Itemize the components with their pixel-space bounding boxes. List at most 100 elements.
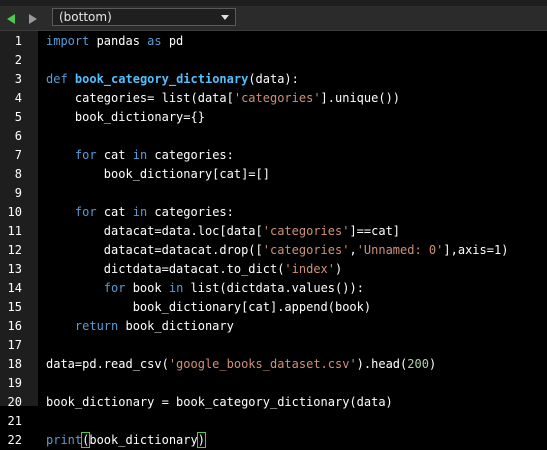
line-number: 1 [14, 34, 22, 48]
code-line-text: data=pd.read_csv('google_books_dataset.c… [46, 355, 436, 374]
code-line-text: import pandas as pd [46, 32, 183, 51]
code-token: 'categories' [233, 91, 321, 105]
code-token: datacat=datacat.drop([ [46, 243, 263, 257]
code-line-text: def book_category_dictionary(data): [46, 70, 299, 89]
code-token: in [168, 281, 184, 295]
line-number: 9 [14, 186, 22, 200]
code-line[interactable]: book_dictionary = book_category_dictiona… [38, 393, 547, 412]
code-line[interactable] [38, 184, 547, 203]
line-number: 15 [7, 300, 22, 314]
line-number: 10 [7, 205, 22, 219]
line-number: 20 [7, 395, 22, 409]
code-token: 'categories' [262, 224, 350, 238]
code-token: datacat=data.loc[data[ [46, 224, 263, 238]
code-token: ],axis=1) [443, 243, 509, 257]
code-line[interactable]: for cat in categories: [38, 203, 547, 222]
code-line[interactable] [38, 127, 547, 146]
line-number: 5 [14, 110, 22, 124]
code-token: for [103, 281, 126, 295]
code-token: book_dictionary[cat].append(book) [46, 300, 372, 314]
code-token: return [74, 319, 119, 333]
code-line[interactable]: return book_dictionary [38, 317, 547, 336]
triangle-right-icon[interactable] [26, 11, 40, 25]
code-token: list(dictdata.values()): [183, 281, 364, 295]
code-line[interactable]: book_dictionary={} [38, 108, 547, 127]
line-number: 17 [7, 338, 22, 352]
code-line[interactable]: for cat in categories: [38, 146, 547, 165]
code-token: import [46, 34, 90, 48]
code-token: book_category_dictionary [74, 72, 249, 86]
code-line[interactable]: import pandas as pd [38, 32, 547, 51]
code-line-text: book_dictionary={} [46, 108, 205, 127]
code-token: ]==cat] [349, 224, 401, 238]
code-editor[interactable]: import pandas as pd def book_category_dic… [38, 31, 547, 448]
code-line[interactable]: data=pd.read_csv('google_books_dataset.c… [38, 355, 547, 374]
line-number: 3 [14, 72, 22, 86]
code-token: book [125, 281, 169, 295]
code-token: ) [335, 262, 343, 276]
code-token: ).head( [356, 357, 408, 371]
code-token: 'categories' [262, 243, 350, 257]
code-token: ) [196, 432, 207, 448]
chevron-down-icon[interactable] [221, 15, 229, 20]
code-token: book_dictionary [118, 319, 234, 333]
code-token: as [147, 34, 162, 48]
code-token: pd [161, 34, 184, 48]
code-line[interactable]: categories= list(data['categories'].uniq… [38, 89, 547, 108]
code-line[interactable]: print(book_dictionary) [38, 431, 547, 450]
code-token: book_dictionary={} [46, 110, 205, 124]
line-number: 8 [14, 167, 22, 181]
code-token: data=pd.read_csv( [46, 357, 169, 371]
scope-dropdown-value: (bottom) [59, 10, 112, 24]
code-line-text: for cat in categories: [46, 203, 234, 222]
line-number: 6 [14, 129, 22, 143]
code-token: for [74, 205, 97, 219]
code-token: dictdata=datacat.to_dict( [46, 262, 285, 276]
code-line[interactable]: datacat=data.loc[data['categories']==cat… [38, 222, 547, 241]
line-number: 16 [7, 319, 22, 333]
code-line-text: dictdata=datacat.to_dict('index') [46, 260, 342, 279]
code-token: ( [81, 432, 91, 448]
code-line-text: categories= list(data['categories'].uniq… [46, 89, 400, 108]
code-token: , [349, 243, 357, 257]
code-token: (data): [248, 72, 299, 86]
code-line[interactable]: for book in list(dictdata.values()): [38, 279, 547, 298]
code-line[interactable]: book_dictionary[cat].append(book) [38, 298, 547, 317]
code-line-text: book_dictionary[cat]=[] [46, 165, 270, 184]
code-token: in [132, 148, 148, 162]
line-number: 4 [14, 91, 22, 105]
code-line-text: book_dictionary[cat].append(book) [46, 298, 371, 317]
line-number: 14 [7, 281, 22, 295]
code-line[interactable]: book_dictionary[cat]=[] [38, 165, 547, 184]
code-token: print [46, 433, 83, 447]
code-token: def [46, 72, 68, 86]
code-token: 'google_books_dataset.csv' [168, 357, 357, 371]
code-line-text: book_dictionary = book_category_dictiona… [46, 393, 393, 412]
code-line[interactable] [38, 51, 547, 70]
code-line[interactable] [38, 336, 547, 355]
code-line[interactable]: dictdata=datacat.to_dict('index') [38, 260, 547, 279]
code-token: in [132, 205, 148, 219]
code-token: book_dictionary = book_category_dictiona… [46, 395, 393, 409]
line-number: 2 [14, 53, 22, 67]
code-line[interactable] [38, 374, 547, 393]
code-line-text: datacat=data.loc[data['categories']==cat… [46, 222, 400, 241]
triangle-left-icon[interactable] [4, 11, 18, 25]
code-line-text: for book in list(dictdata.values()): [46, 279, 364, 298]
code-token: 'index' [284, 262, 335, 276]
code-line[interactable] [38, 412, 547, 431]
editor-toolbar: (bottom) [0, 6, 547, 31]
line-number: 12 [7, 243, 22, 257]
code-line[interactable]: datacat=datacat.drop(['categories','Unna… [38, 241, 547, 260]
code-token: ].unique()) [320, 91, 401, 105]
scope-dropdown[interactable]: (bottom) [52, 8, 236, 26]
code-line[interactable]: def book_category_dictionary(data): [38, 70, 547, 89]
code-token: 'Unnamed: 0' [356, 243, 444, 257]
code-token: 200 [407, 357, 429, 371]
code-line-text: print(book_dictionary) [46, 431, 207, 450]
code-token: cat [96, 205, 133, 219]
code-token: categories: [147, 205, 234, 219]
